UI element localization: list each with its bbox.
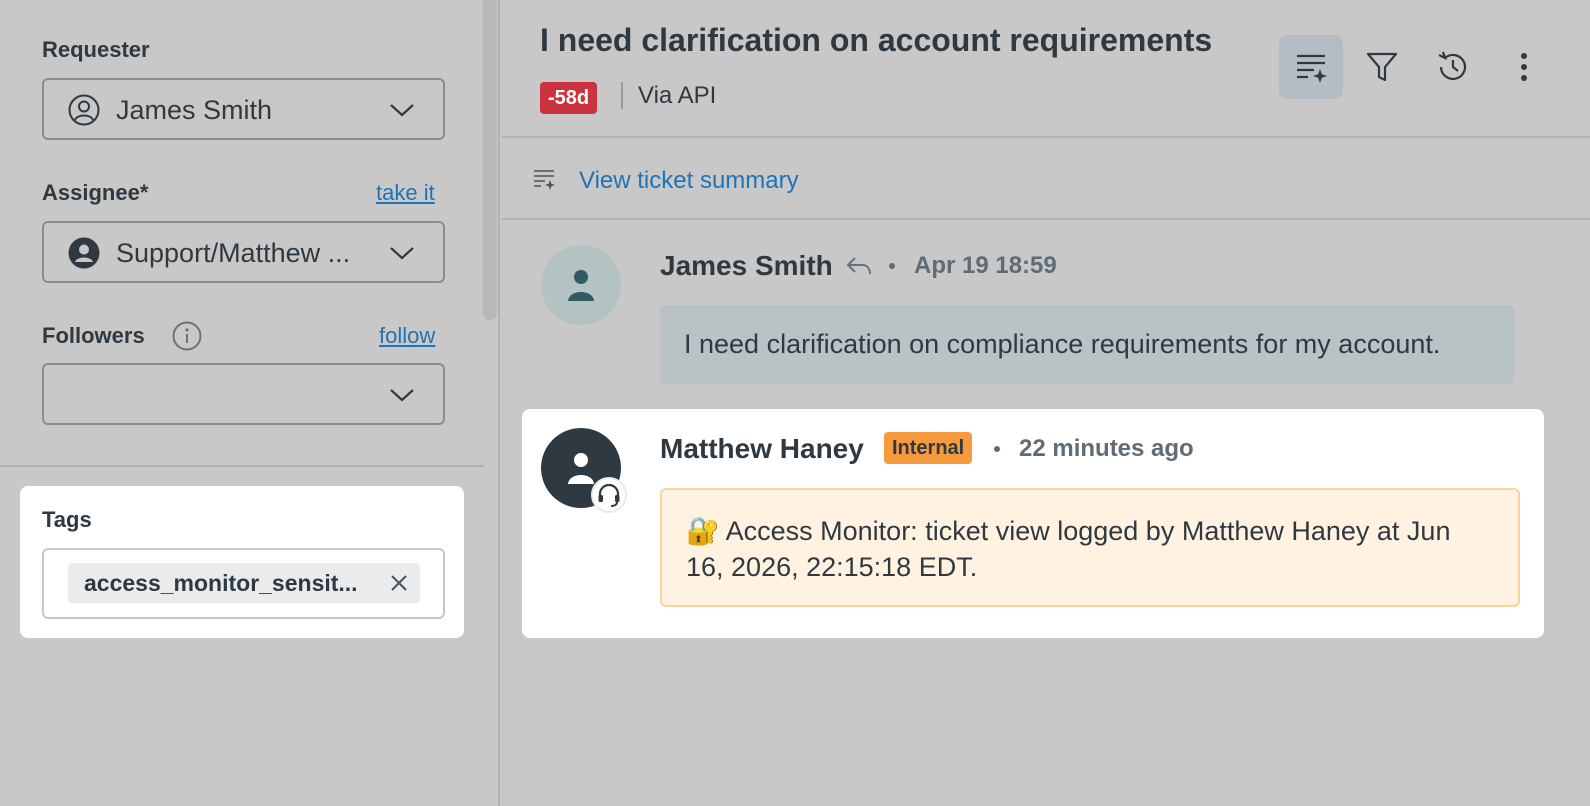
summary-bar: View ticket summary: [502, 140, 1590, 220]
history-icon: [1438, 51, 1467, 80]
internal-badge: Internal: [884, 432, 973, 464]
tags-input[interactable]: access_monitor_sensit...: [42, 548, 445, 619]
reply-icon: [846, 257, 871, 275]
filter-icon: [1366, 52, 1398, 82]
chevron-down-icon: [390, 247, 414, 260]
more-options-icon: [1521, 53, 1527, 81]
internal-note-card: Matthew Haney Internal 22 minutes ago 🔐 …: [522, 409, 1544, 638]
requester-select[interactable]: James Smith: [42, 78, 445, 140]
info-icon[interactable]: [172, 321, 202, 351]
followers-label: Followers: [42, 323, 145, 348]
ticket-summary-icon: [1297, 54, 1327, 83]
customer-message-bubble: I need clarification on compliance requi…: [660, 305, 1515, 384]
ticket-properties-panel: Requester James Smith Assignee* take it …: [0, 0, 500, 806]
user-icon: [568, 270, 594, 301]
message-author: Matthew Haney: [660, 433, 864, 464]
ticket-summary-icon: [534, 170, 555, 190]
ticket-header: I need clarification on account requirem…: [502, 0, 1590, 138]
follow-link[interactable]: follow: [379, 323, 435, 349]
section-divider: [0, 465, 484, 467]
dot-separator: [994, 446, 1000, 452]
dot-separator: [889, 263, 895, 269]
tag-text: access_monitor_sensit...: [84, 570, 358, 596]
age-badge: -58d: [540, 82, 598, 114]
close-icon[interactable]: [390, 574, 408, 592]
history-button[interactable]: [1421, 35, 1485, 99]
agent-headset-icon: [591, 477, 627, 513]
message-body: I need clarification on compliance requi…: [684, 329, 1441, 359]
assignee-value: Support/Matthew ...: [116, 238, 351, 268]
tags-label: Tags: [42, 507, 92, 532]
chevron-down-icon: [390, 104, 414, 117]
message-body: 🔐 Access Monitor: ticket view logged by …: [686, 516, 1451, 582]
message-author: James Smith: [660, 250, 833, 281]
ticket-summary-button[interactable]: [1279, 35, 1343, 99]
tag-chip[interactable]: access_monitor_sensit...: [68, 563, 420, 603]
panel-scrollbar[interactable]: [483, 0, 497, 320]
message-time: 22 minutes ago: [1019, 435, 1194, 462]
view-ticket-summary-link[interactable]: View ticket summary: [579, 167, 799, 195]
channel-text: Via API: [638, 82, 717, 109]
assignee-label: Assignee*: [42, 180, 149, 205]
ticket-title: I need clarification on account requirem…: [540, 22, 1213, 58]
more-options-button[interactable]: [1492, 35, 1556, 99]
meta-separator: [621, 82, 623, 109]
requester-value: James Smith: [116, 95, 273, 125]
tags-card: Tags access_monitor_sensit...: [20, 486, 464, 638]
customer-avatar: [541, 245, 621, 325]
user-filled-icon: [68, 237, 100, 269]
followers-select[interactable]: [42, 363, 445, 425]
requester-label: Requester: [42, 37, 150, 62]
filter-button[interactable]: [1350, 35, 1414, 99]
internal-note-body: 🔐 Access Monitor: ticket view logged by …: [660, 488, 1520, 607]
take-it-link[interactable]: take it: [376, 180, 435, 206]
user-outline-icon: [68, 94, 100, 126]
assignee-select[interactable]: Support/Matthew ...: [42, 221, 445, 283]
chevron-down-icon: [390, 389, 414, 402]
message-time: Apr 19 18:59: [914, 252, 1057, 279]
